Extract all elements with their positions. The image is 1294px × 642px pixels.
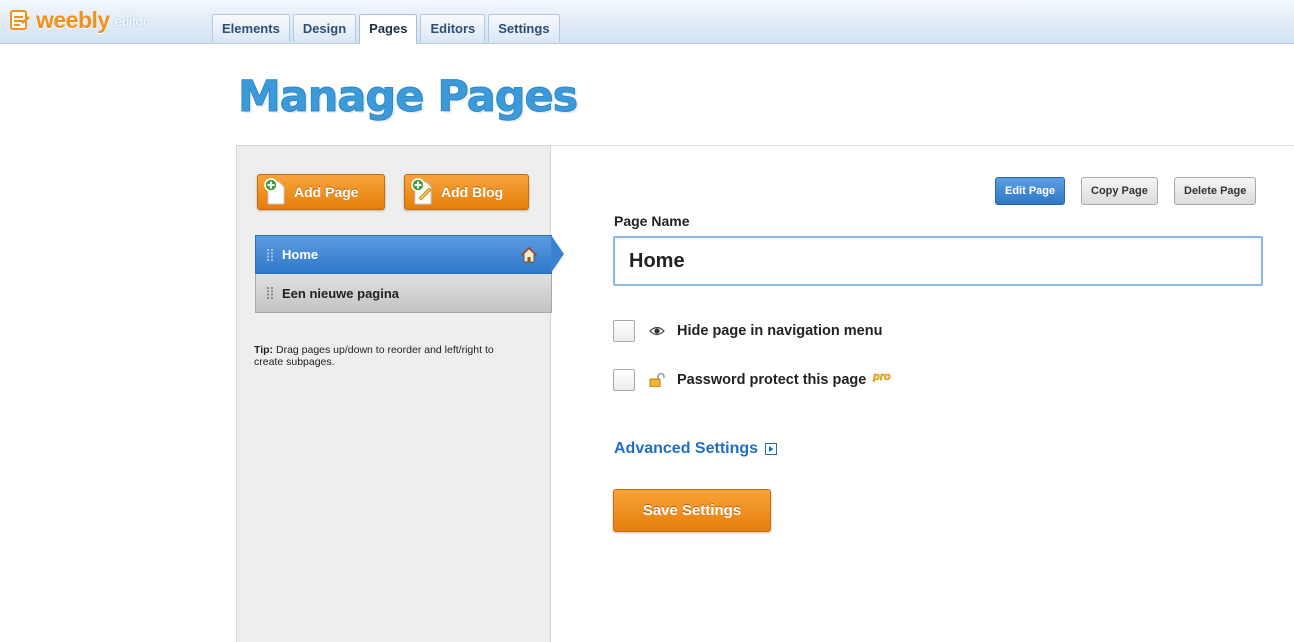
page-list: Home Een nieuwe pagina	[255, 235, 564, 313]
lock-icon	[649, 373, 665, 387]
drag-handle-icon	[267, 287, 273, 299]
edit-page-button[interactable]: Edit Page	[995, 177, 1066, 205]
save-settings-button[interactable]: Save Settings	[613, 489, 771, 532]
delete-page-button[interactable]: Delete Page	[1174, 177, 1257, 205]
page-name-input[interactable]	[613, 236, 1263, 286]
tab-pages[interactable]: Pages	[359, 14, 418, 44]
tip-text: Drag pages up/down to reorder and left/r…	[254, 344, 494, 368]
page-item-home[interactable]: Home	[255, 235, 564, 274]
advanced-settings-link[interactable]: Advanced Settings	[614, 440, 778, 458]
add-blog-icon	[411, 178, 432, 205]
drag-handle-icon	[267, 248, 273, 261]
tab-editors[interactable]: Editors	[420, 14, 486, 42]
reorder-tip: Tip: Drag pages up/down to reorder and l…	[254, 344, 504, 368]
add-page-icon	[264, 178, 285, 205]
page-name-label: Page Name	[614, 213, 690, 229]
expand-arrow-icon	[765, 443, 778, 455]
main-tabs: Elements Design Pages Editors Settings	[212, 14, 563, 44]
page-item-een-nieuwe-pagina[interactable]: Een nieuwe pagina	[255, 274, 552, 313]
logo-editor-text: editor	[114, 13, 148, 29]
password-protect-row: Password protect this page pro	[613, 369, 894, 391]
weebly-logo[interactable]: weebly editor	[8, 7, 147, 33]
page-item-label: Een nieuwe pagina	[282, 285, 400, 301]
password-protect-checkbox[interactable]	[613, 369, 635, 391]
home-icon	[521, 247, 537, 263]
copy-page-button[interactable]: Copy Page	[1081, 177, 1158, 205]
top-bar: weebly editor Elements Design Pages Edit…	[0, 0, 1294, 44]
hide-page-label: Hide page in navigation menu	[677, 323, 883, 339]
tip-label: Tip:	[254, 344, 274, 356]
page-item-label: Home	[282, 247, 319, 262]
hide-page-checkbox[interactable]	[613, 320, 635, 342]
add-page-label: Add Page	[294, 184, 359, 200]
add-blog-button[interactable]: Add Blog	[404, 174, 529, 210]
advanced-settings-label: Advanced Settings	[614, 440, 759, 457]
tab-design[interactable]: Design	[292, 14, 357, 42]
eye-icon	[649, 326, 665, 336]
page-title: Manage Pages	[237, 72, 578, 123]
pages-sidebar: Add Page Add Blog Home Een nieuwe pagina…	[236, 145, 564, 642]
weebly-logo-icon	[10, 10, 30, 30]
add-blog-label: Add Blog	[441, 184, 504, 200]
pro-badge-text: pro	[872, 371, 891, 382]
tab-elements[interactable]: Elements	[212, 14, 290, 42]
pro-badge-icon: pro	[872, 371, 891, 382]
password-protect-label: Password protect this page	[677, 372, 867, 388]
hide-page-row: Hide page in navigation menu	[613, 320, 882, 342]
tab-settings[interactable]: Settings	[488, 14, 560, 42]
logo-wordmark: weebly	[36, 6, 110, 33]
add-page-button[interactable]: Add Page	[257, 174, 385, 210]
